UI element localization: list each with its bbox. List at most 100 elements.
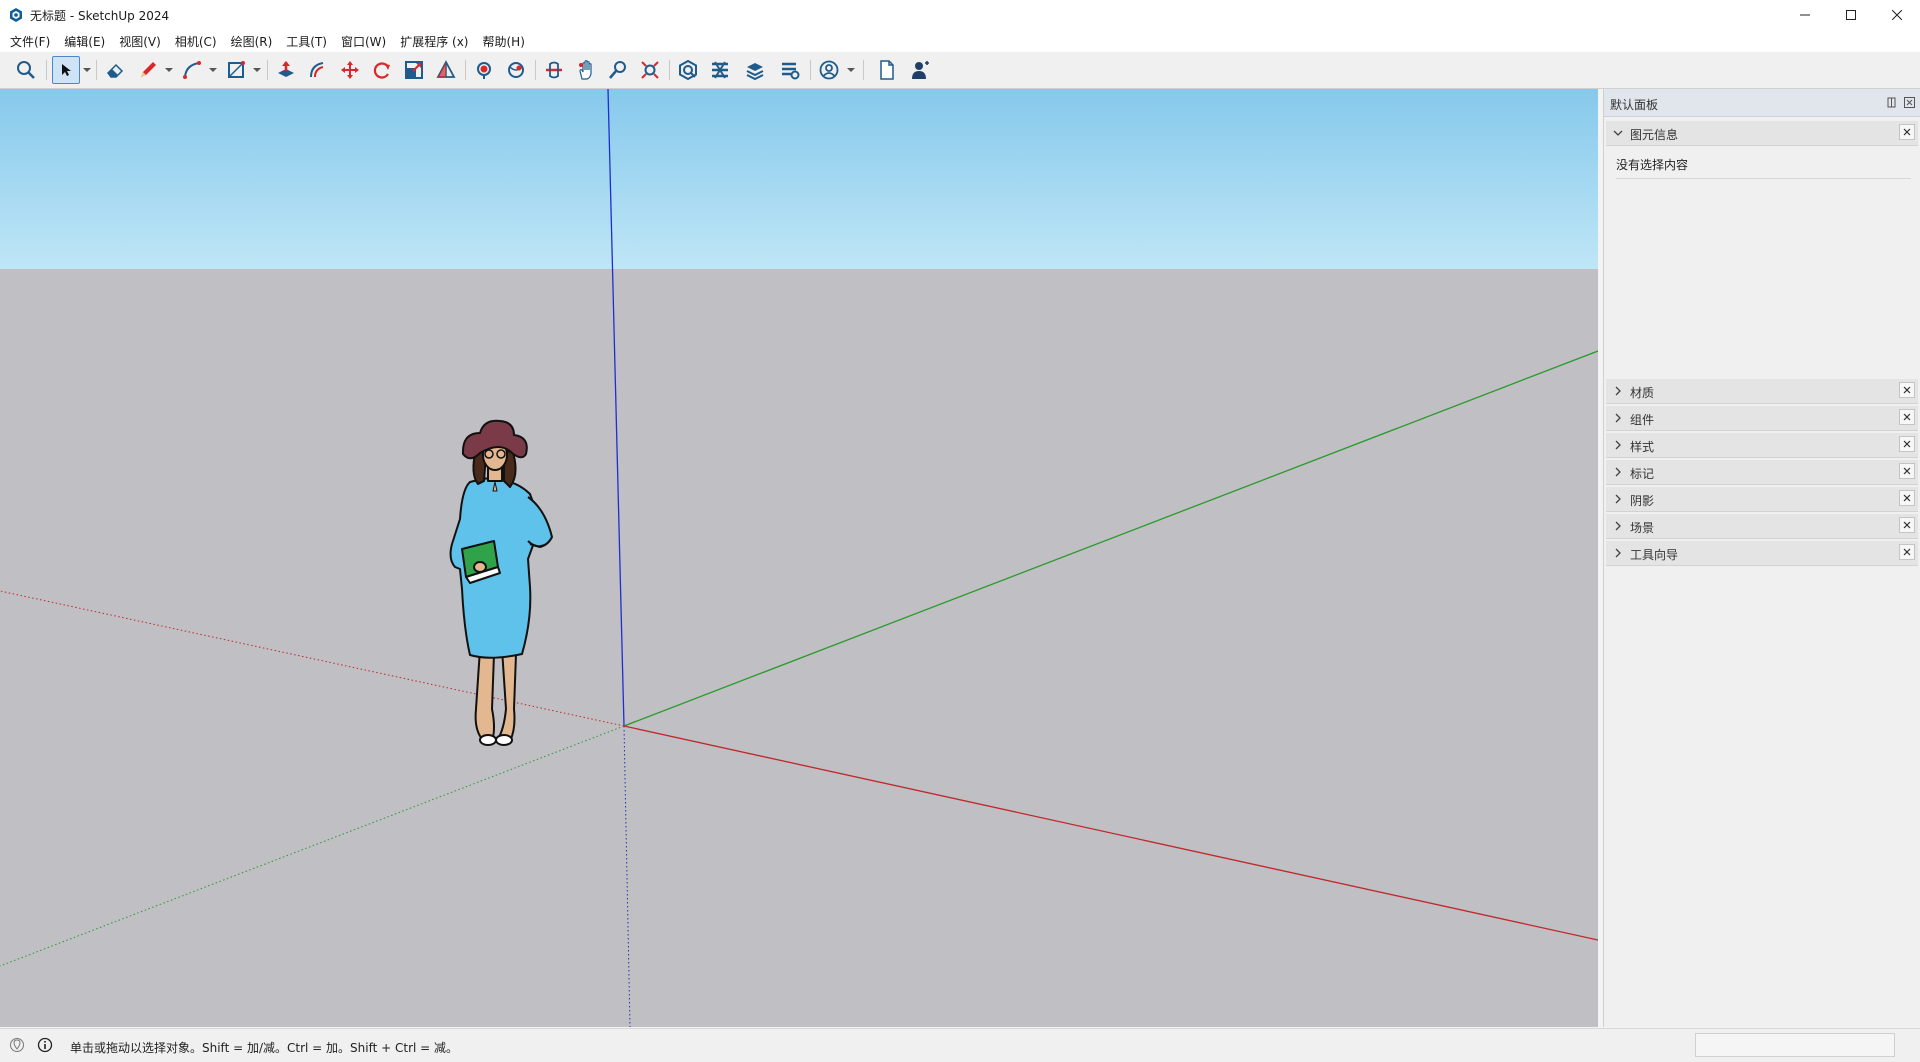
section-close-button[interactable] [1899,463,1915,479]
menu-view[interactable]: 视图(V) [112,33,168,50]
new-document-button[interactable] [873,56,901,84]
extension-warehouse-button[interactable] [706,56,734,84]
minimize-icon [1800,14,1810,16]
move-tool-button[interactable] [336,56,364,84]
arc-dropdown-icon[interactable] [209,66,217,74]
pan-tool-button[interactable] [572,56,600,84]
3d-warehouse-button[interactable] [674,56,702,84]
section-plane-button[interactable] [540,56,568,84]
section-close-button[interactable] [1899,382,1915,398]
entity-info-body: 没有选择内容 [1606,146,1918,376]
search-button[interactable] [12,56,40,84]
pencil-dropdown-icon[interactable] [165,66,173,74]
3d-warehouse-icon [679,59,697,81]
rectangle-tool-button[interactable] [222,56,250,84]
tray-section-instructor[interactable]: 工具向导 [1606,541,1918,566]
chevron-right-icon [1615,494,1621,504]
scale-tool-button[interactable] [400,56,428,84]
section-close-button[interactable] [1899,517,1915,533]
geolocation-icon[interactable] [9,1037,25,1053]
rotate-tool-button[interactable] [368,56,396,84]
status-message: 单击或拖动以选择对象。Shift = 加/减。Ctrl = 加。Shift + … [70,1041,459,1055]
menu-window[interactable]: 窗口(W) [334,33,393,50]
menu-draw[interactable]: 绘图(R) [224,33,280,50]
menu-bar: 文件(F) 编辑(E) 视图(V) 相机(C) 绘图(R) 工具(T) 窗口(W… [0,30,1920,53]
close-icon [1903,413,1911,421]
chevron-down-icon [1613,130,1623,136]
paint-bucket-icon [477,62,491,79]
tray-section-tags[interactable]: 标记 [1606,460,1918,485]
zoom-extents-icon [641,61,659,79]
tray-title: 默认面板 [1610,98,1659,112]
tray-section-scenes[interactable]: 场景 [1606,514,1918,539]
scale-icon [405,61,423,79]
select-dropdown-icon[interactable] [83,66,91,74]
close-window-button[interactable] [1874,0,1920,30]
menu-camera[interactable]: 相机(C) [168,33,224,50]
zoom-tool-button[interactable] [604,56,632,84]
tray-section-materials[interactable]: 材质 [1606,379,1918,404]
close-icon [1892,10,1902,20]
chevron-right-icon [1615,440,1621,450]
tape-measure-tool-button[interactable] [432,56,460,84]
menu-help[interactable]: 帮助(H) [475,33,531,50]
offset-tool-button[interactable] [304,56,332,84]
arc-icon [183,61,201,79]
section-label: 阴影 [1630,494,1655,508]
offset-icon [310,62,324,78]
eraser-icon [107,63,124,78]
maximize-button[interactable] [1828,0,1874,30]
measurements-box[interactable] [1695,1033,1895,1057]
extension-manager-button[interactable] [776,56,804,84]
rectangle-dropdown-icon[interactable] [253,66,261,74]
send-to-layout-button[interactable] [741,56,769,84]
close-icon[interactable] [1904,97,1915,108]
section-close-button[interactable] [1899,544,1915,560]
select-tool-button[interactable] [52,56,80,84]
model-viewport[interactable] [0,89,1598,1027]
toolbar-separator [46,60,47,80]
paint-bucket-tool-button[interactable] [470,56,498,84]
close-icon [1903,521,1911,529]
tray-section-styles[interactable]: 样式 [1606,433,1918,458]
close-icon [1903,548,1911,556]
zoom-extents-tool-button[interactable] [636,56,664,84]
chevron-right-icon [1615,413,1621,423]
eraser-tool-button[interactable] [101,56,129,84]
pin-icon[interactable] [1886,97,1897,108]
orbit-tool-button[interactable] [502,56,530,84]
menu-tools[interactable]: 工具(T) [279,33,334,50]
arc-tool-button[interactable] [178,56,206,84]
user-profile-button[interactable] [906,56,934,84]
chevron-right-icon [1615,521,1621,531]
menu-edit[interactable]: 编辑(E) [57,33,112,50]
section-label: 样式 [1630,440,1655,454]
account-button[interactable] [815,56,843,84]
account-dropdown-icon[interactable] [847,66,855,74]
sky [0,89,1598,269]
title-bar: 无标题 - SketchUp 2024 [0,0,1920,30]
section-close-button[interactable] [1899,436,1915,452]
tray-section-components[interactable]: 组件 [1606,406,1918,431]
rotate-icon [373,62,390,79]
toolbar-separator [810,60,811,80]
orbit-icon [546,61,562,79]
chevron-right-icon [1615,386,1621,396]
pencil-tool-button[interactable] [134,56,162,84]
toolbar-separator [863,60,864,80]
push-pull-tool-button[interactable] [272,56,300,84]
entity-info-close-button[interactable] [1899,124,1915,140]
scene-canvas[interactable] [0,89,1598,1027]
section-label: 工具向导 [1630,548,1679,562]
menu-file[interactable]: 文件(F) [0,33,57,50]
minimize-button[interactable] [1782,0,1828,30]
tray-section-shadows[interactable]: 阴影 [1606,487,1918,512]
section-close-button[interactable] [1899,409,1915,425]
section-label: 材质 [1630,386,1655,400]
entity-info-section[interactable]: 图元信息 [1606,121,1918,146]
section-close-button[interactable] [1899,490,1915,506]
extension-warehouse-icon [712,61,728,79]
info-icon[interactable] [37,1037,53,1053]
toolbar-separator [96,60,97,80]
menu-extensions[interactable]: 扩展程序 (x) [393,33,475,50]
